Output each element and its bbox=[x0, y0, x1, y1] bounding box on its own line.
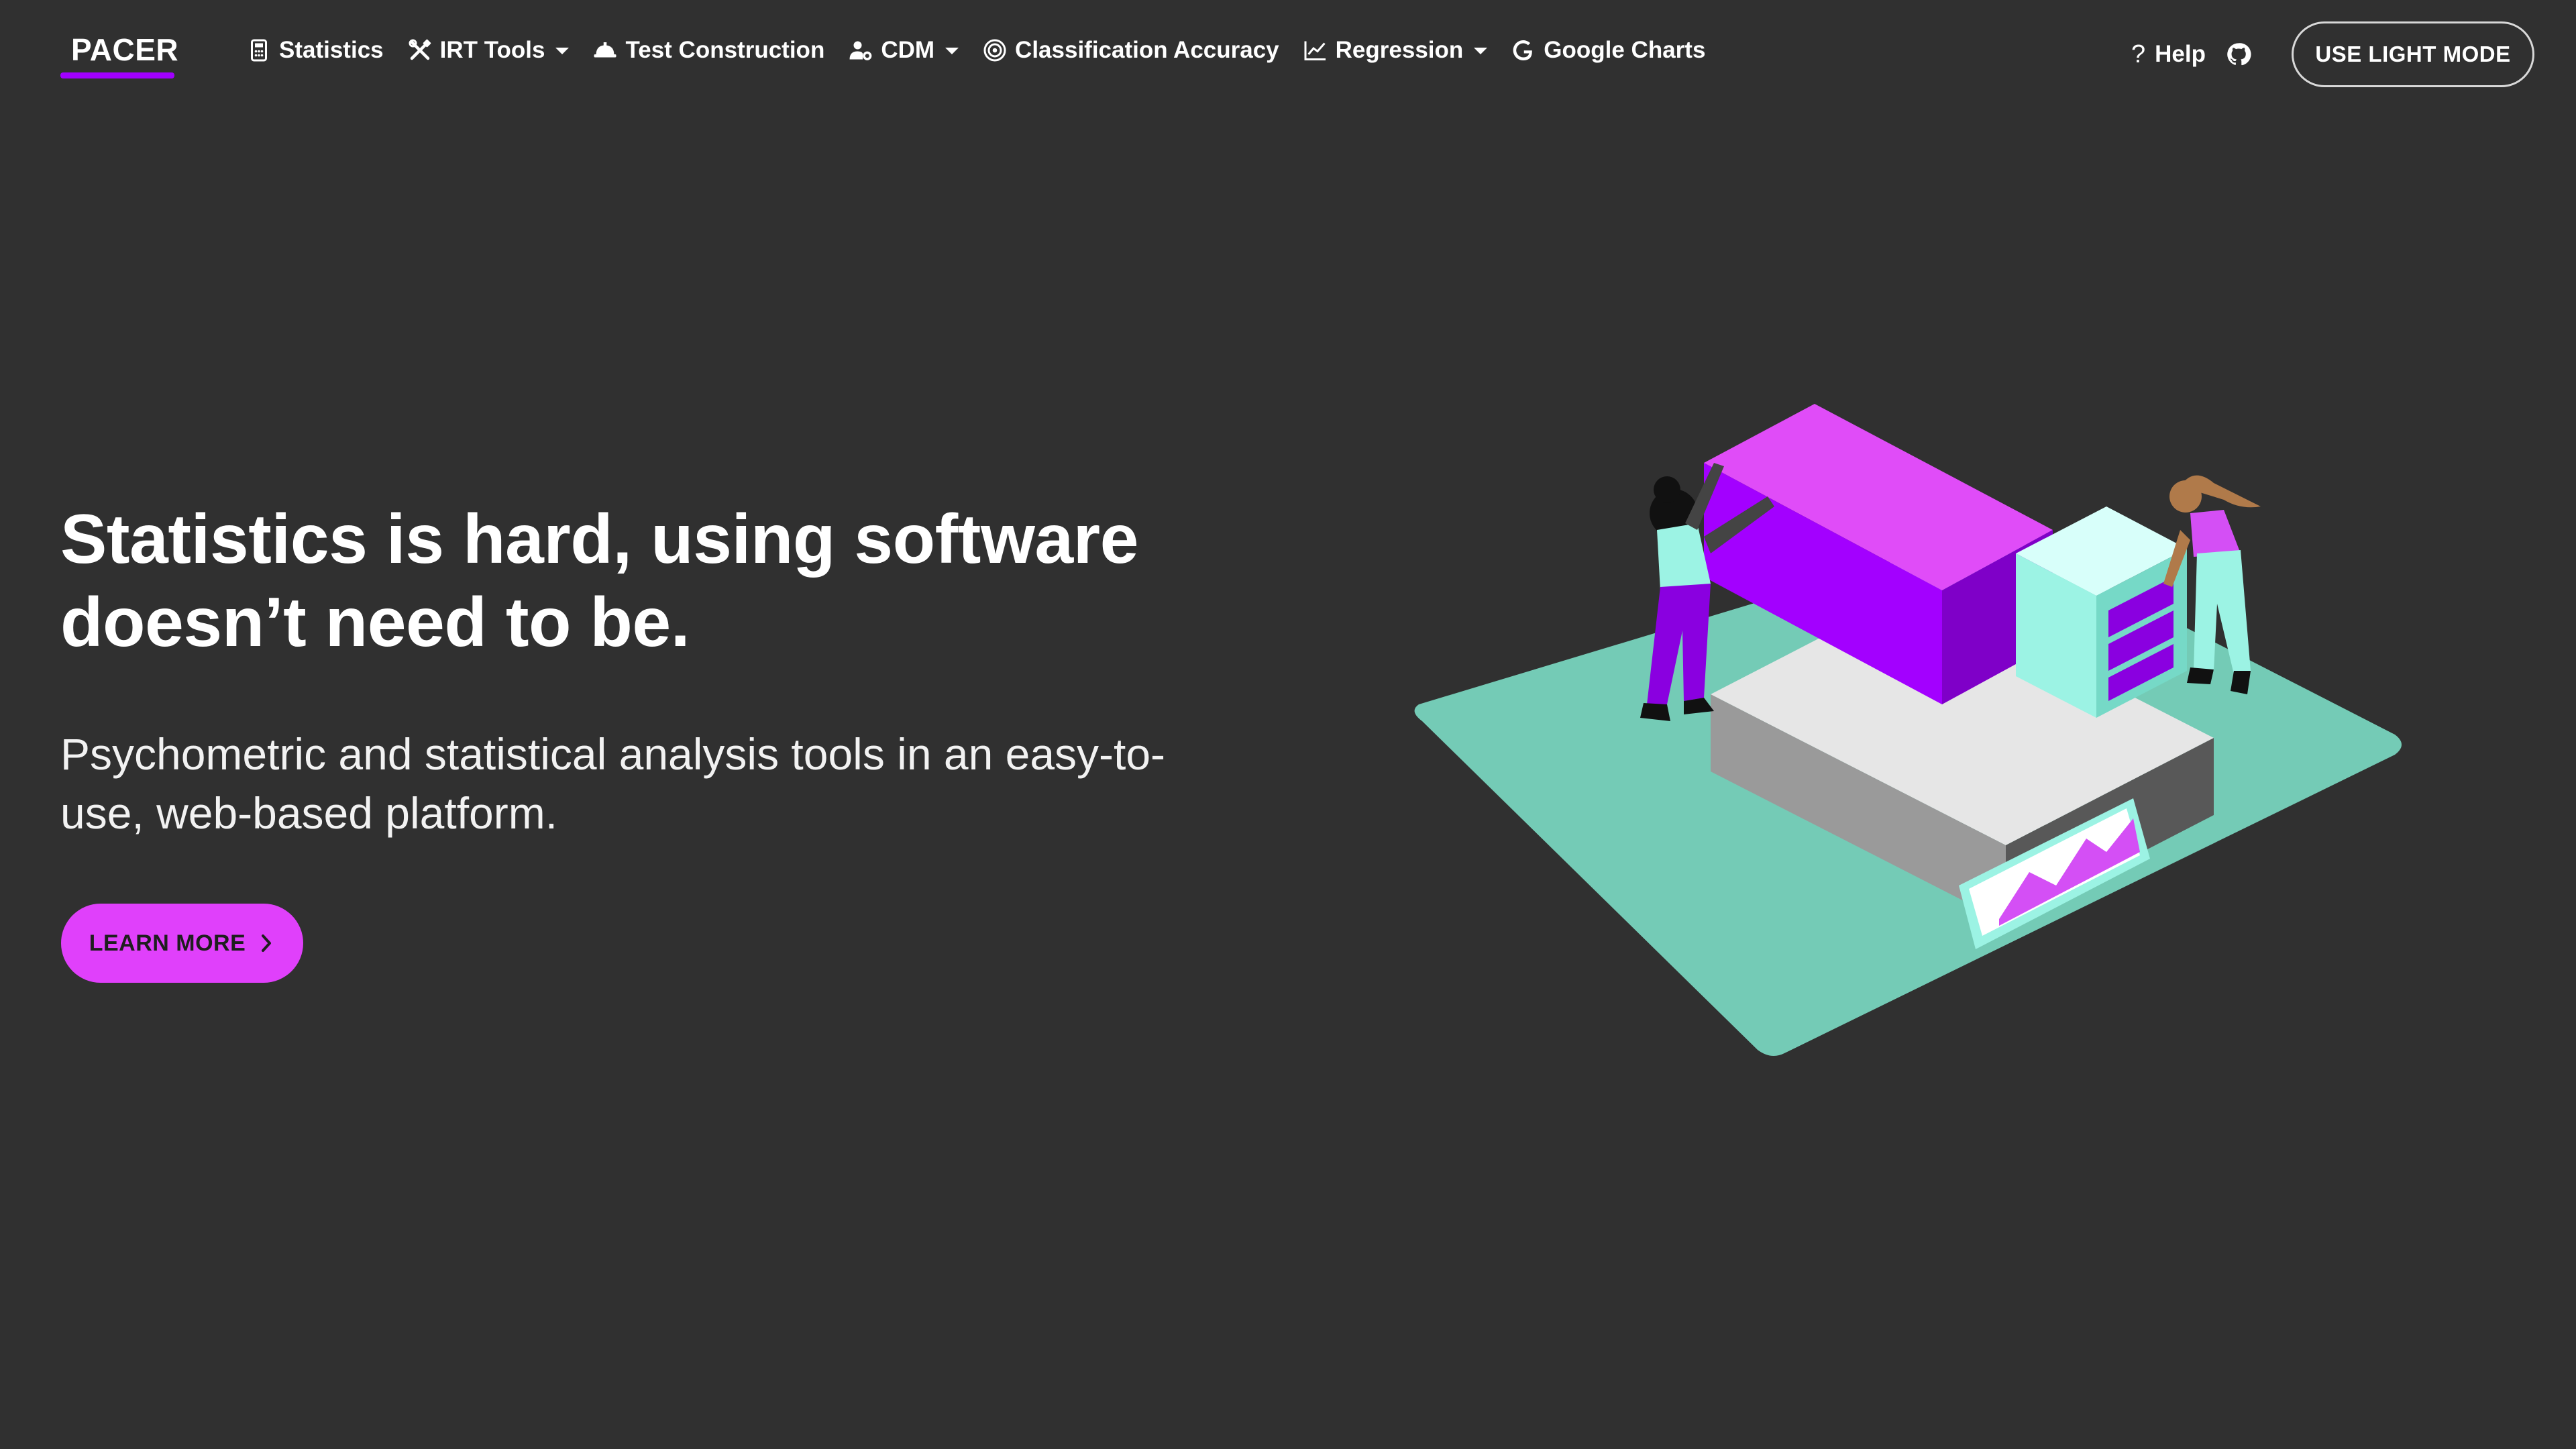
hard-hat-icon bbox=[593, 38, 617, 62]
brand-active-indicator bbox=[60, 72, 174, 78]
nav-item-classification-accuracy[interactable]: Classification Accuracy bbox=[983, 30, 1279, 71]
brand-logo-link[interactable]: PACER bbox=[60, 28, 189, 80]
chevron-down-icon bbox=[1474, 48, 1488, 54]
nav-item-regression[interactable]: Regression bbox=[1303, 30, 1488, 71]
nav-item-label: Classification Accuracy bbox=[1015, 37, 1279, 63]
hero-title-line-2: doesn’t need to be. bbox=[60, 584, 690, 661]
bullseye-icon bbox=[983, 38, 1007, 62]
help-label: Help bbox=[2155, 41, 2206, 67]
github-icon[interactable] bbox=[2226, 42, 2251, 67]
nav-item-label: Statistics bbox=[279, 37, 384, 63]
nav-menu: Statistics IRT Tools Test Construction C… bbox=[247, 30, 1729, 71]
top-navbar: PACER Statistics IRT Tools Test Construc… bbox=[0, 0, 2576, 101]
question-icon: ? bbox=[2131, 40, 2146, 68]
line-chart-icon bbox=[1303, 38, 1328, 62]
nav-item-statistics[interactable]: Statistics bbox=[247, 30, 384, 71]
toggle-light-mode-button[interactable]: USE LIGHT MODE bbox=[2292, 21, 2534, 87]
chevron-down-icon bbox=[555, 48, 570, 54]
nav-item-test-construction[interactable]: Test Construction bbox=[593, 30, 824, 71]
tools-icon bbox=[408, 38, 432, 62]
hero-title-line-1: Statistics is hard, using software bbox=[60, 500, 1138, 578]
learn-more-button[interactable]: LEARN MORE bbox=[61, 904, 303, 983]
chevron-right-icon bbox=[258, 932, 275, 955]
calculator-icon bbox=[247, 38, 271, 62]
hero-illustration bbox=[1414, 404, 2402, 1056]
nav-item-label: Test Construction bbox=[625, 37, 825, 63]
nav-item-cdm[interactable]: CDM bbox=[849, 30, 959, 71]
google-icon bbox=[1511, 38, 1536, 62]
nav-item-google-charts[interactable]: Google Charts bbox=[1511, 30, 1705, 71]
nav-item-label: Google Charts bbox=[1544, 37, 1706, 63]
nav-right-group: ? Help USE LIGHT MODE bbox=[2131, 21, 2534, 87]
learn-more-label: LEARN MORE bbox=[89, 930, 246, 956]
nav-item-label: Regression bbox=[1335, 37, 1464, 63]
hero-title: Statistics is hard, using software doesn… bbox=[60, 498, 1268, 664]
user-cog-icon bbox=[849, 38, 873, 62]
help-link[interactable]: ? Help bbox=[2131, 40, 2206, 69]
chevron-down-icon bbox=[945, 48, 959, 54]
hero-subtitle: Psychometric and statistical analysis to… bbox=[60, 729, 1166, 838]
nav-item-label: IRT Tools bbox=[439, 37, 545, 63]
nav-item-label: CDM bbox=[881, 37, 935, 63]
brand-name: PACER bbox=[71, 32, 179, 67]
nav-item-irt-tools[interactable]: IRT Tools bbox=[408, 30, 570, 71]
